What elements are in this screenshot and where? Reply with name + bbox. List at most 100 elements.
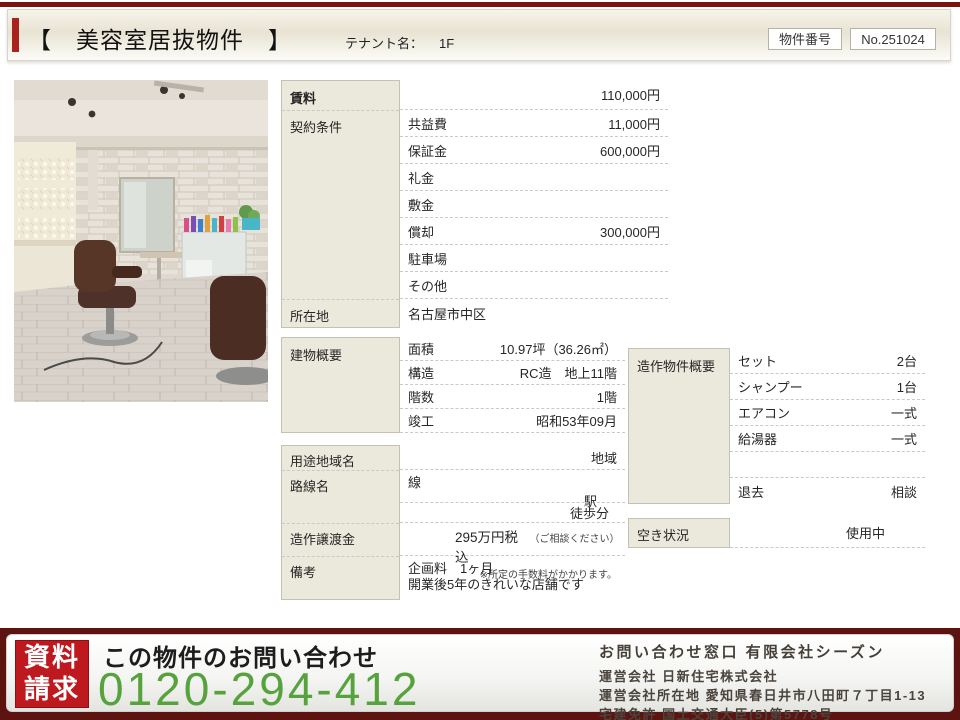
zone-label: 用途地域名 [290, 451, 355, 470]
row-value: 11,000円 [608, 114, 668, 133]
row-value: 一式 [891, 429, 925, 448]
tenant-label: テナント名： [345, 36, 423, 51]
remarks-line-2: 開業後5年のきれいな店舗です [408, 577, 584, 592]
row-label: 保証金 [400, 141, 447, 160]
footer-company-info: お問い合わせ窓口 有限会社シーズン 運営会社 日新住宅株式会社 運営会社所在地 … [599, 641, 926, 720]
company-address: 運営会社所在地 愛知県春日井市八田町７丁目1-13 [599, 686, 926, 705]
remarks-label: 備考 [290, 562, 316, 581]
table-row: セット 2台 [730, 348, 925, 374]
footer: 資料請求 この物件のお問い合わせ 0120-294-412 お問い合わせ窓口 有… [0, 628, 960, 720]
fixtures-title: 造作物件概要 [637, 356, 715, 375]
row-label: 竣工 [400, 411, 434, 430]
table-row: 駐車場 [400, 245, 668, 272]
table-row: 構造RC造 地上11階 [400, 361, 625, 385]
request-materials-button[interactable]: 資料請求 [15, 640, 89, 708]
footer-panel: 資料請求 この物件のお問い合わせ 0120-294-412 お問い合わせ窓口 有… [6, 634, 954, 712]
route-line-value: 線 [400, 472, 625, 491]
row-label: 階数 [400, 387, 434, 406]
phone-number: 0120-294-412 [98, 662, 420, 716]
title-accent-bar [12, 18, 19, 52]
route-label: 路線名 [290, 476, 329, 495]
location-value: 名古屋市中区 [400, 304, 486, 323]
transfer-row: 295万円税込 （ご相談ください） ※所定の手数料がかかります。 [400, 523, 625, 556]
row-value: 300,000円 [600, 222, 668, 241]
row-label: 償却 [400, 222, 434, 241]
transfer-label: 造作譲渡金 [290, 529, 355, 548]
remarks-row: 企画料 1ヶ月 開業後5年のきれいな店舗です [400, 556, 625, 600]
zone-row: 地域 [400, 445, 625, 470]
property-number-value: No.251024 [850, 28, 936, 50]
fixtures-table-values: セット2台 シャンプー1台 エアコン一式 給湯器一式 退去相談 [730, 348, 925, 504]
row-value: 昭和53年09月 [536, 411, 625, 430]
availability-values: 使用中 [730, 518, 925, 548]
building-table-label-column: 建物概要 [281, 337, 400, 433]
rent-label: 賃料 [290, 88, 316, 107]
table-row: その他 [400, 272, 668, 299]
table-row: 償却 300,000円 [400, 218, 668, 245]
row-value: 2台 [897, 351, 925, 370]
table-row: 保証金 600,000円 [400, 137, 668, 164]
rent-table-values: 110,000円 共益費 11,000円 保証金 600,000円 礼金 敷金 償却… [400, 80, 668, 328]
availability-label: 空き状況 [637, 525, 689, 544]
property-number-label: 物件番号 [768, 28, 842, 50]
fixtures-table-label-column: 造作物件概要 [628, 348, 730, 504]
table-row: 敷金 [400, 191, 668, 218]
table-row: 竣工 昭和53年09月 [400, 409, 625, 433]
row-label: シャンプー [730, 377, 803, 396]
row-label: 共益費 [400, 114, 447, 133]
rent-table: 賃料 契約条件 所在地 110,000円 共益費 11,000円 保証金 600,0… [281, 80, 668, 328]
location-row: 名古屋市中区 [400, 299, 668, 328]
route-walk-value: 徒歩分 [570, 503, 625, 522]
row-label: 給湯器 [730, 429, 777, 448]
row-label: 退去 [730, 482, 764, 501]
table-row: 面積 10.97坪（36.26㎡） [400, 337, 625, 361]
row-label: セット [730, 351, 777, 370]
row-value: 1階 [597, 387, 625, 406]
table-row-empty [730, 452, 925, 478]
row-value: 1台 [897, 377, 925, 396]
availability-table: 空き状況 使用中 [628, 518, 925, 548]
zone-value: 地域 [591, 448, 625, 467]
building-table-values: 面積 10.97坪（36.26㎡） 構造RC造 地上11階 階数 1階 竣工 昭和53… [400, 337, 625, 433]
table-row: 階数 1階 [400, 385, 625, 409]
row-value: 一式 [891, 403, 925, 422]
row-label: エアコン [730, 403, 790, 422]
license-number: 宅建免許 国土交通大臣(5)第5778号 [599, 705, 926, 720]
row-label: 礼金 [400, 168, 434, 187]
building-table: 建物概要 面積 10.97坪（36.26㎡） 構造RC造 地上11階 階数 1階 竣… [281, 337, 625, 433]
rent-table-label-column: 賃料 契約条件 所在地 [281, 80, 400, 328]
top-accent-line [0, 2, 960, 7]
contract-label: 契約条件 [290, 117, 342, 136]
table-row: 礼金 [400, 164, 668, 191]
table-row: 退去 相談 [730, 478, 925, 504]
route-row: 線 駅 [400, 470, 625, 503]
row-value: 10.97坪（36.26㎡） [500, 339, 625, 358]
property-sheet-page: 【 美容室居抜物件 】 テナント名： 1F 物件番号 No.251024 [0, 0, 960, 720]
row-label: 面積 [400, 339, 434, 358]
tenant-name: テナント名： 1F [345, 33, 454, 52]
table-row: エアコン 一式 [730, 400, 925, 426]
operating-company: 運営会社 日新住宅株式会社 [599, 667, 926, 686]
row-label: 構造 [400, 363, 434, 382]
table-row: 給湯器 一式 [730, 426, 925, 452]
zoning-table-values: 地域 線 駅 徒歩分 295万円税込 （ご相談ください） ※所定の手数料がかかり… [400, 445, 625, 600]
table-row: シャンプー 1台 [730, 374, 925, 400]
page-title: 【 美容室居抜物件 】 [28, 21, 292, 55]
row-label: 駐車場 [400, 249, 447, 268]
row-value: 600,000円 [600, 141, 668, 160]
tenant-value: 1F [439, 36, 454, 51]
rent-value: 110,000円 [601, 85, 668, 104]
transfer-note-1: （ご相談ください） [529, 530, 617, 545]
row-value: 相談 [891, 482, 925, 501]
zoning-table: 用途地域名 路線名 造作譲渡金 備考 地域 線 駅 徒歩分 295万円税込 （ご… [281, 445, 625, 600]
location-label: 所在地 [290, 306, 329, 325]
zoning-table-label-column: 用途地域名 路線名 造作譲渡金 備考 [281, 445, 400, 600]
row-label: 敷金 [400, 195, 434, 214]
remarks-line-1: 企画料 1ヶ月 [408, 561, 493, 576]
route-walk-row: 徒歩分 [400, 503, 625, 523]
property-photo [14, 80, 268, 402]
salon-interior-illustration [14, 80, 268, 402]
fixtures-table: 造作物件概要 セット2台 シャンプー1台 エアコン一式 給湯器一式 退去相談 [628, 348, 925, 504]
contact-window: お問い合わせ窓口 有限会社シーズン [599, 641, 926, 662]
rent-value-row: 110,000円 [400, 80, 668, 110]
